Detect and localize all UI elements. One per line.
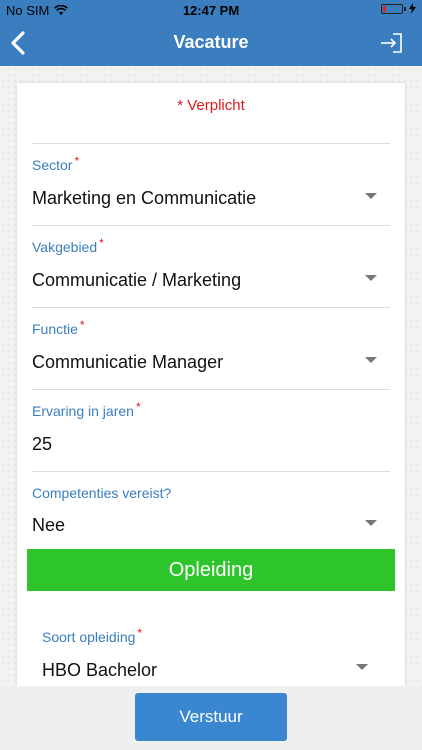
charging-bolt-icon <box>409 3 416 14</box>
required-star: * <box>99 236 104 250</box>
required-star: * <box>74 154 80 168</box>
section-header-opleiding: Opleiding <box>27 549 395 591</box>
functie-label: Functie * <box>32 318 85 337</box>
required-star: * <box>135 400 141 414</box>
submit-button[interactable]: Verstuur <box>135 693 287 741</box>
battery-tip <box>404 6 406 11</box>
chevron-down-icon <box>365 520 377 526</box>
battery-icon <box>381 3 403 14</box>
required-star: * <box>79 318 85 332</box>
required-note: * Verplicht <box>177 97 245 114</box>
competenties-label: Competenties vereist? <box>32 485 172 501</box>
logout-icon[interactable] <box>380 33 402 53</box>
soort-opleiding-label: Soort opleiding * <box>42 626 143 645</box>
competenties-value: Nee <box>32 515 66 535</box>
ervaring-label: Ervaring in jaren * <box>32 400 141 419</box>
sector-value: Marketing en Communicatie <box>32 188 257 208</box>
ervaring-value: 25 <box>32 434 53 454</box>
soort-opleiding-value: HBO Bachelor <box>42 660 158 680</box>
sector-label: Sector * <box>32 154 80 173</box>
status-bar: No SIM 12:47 PM <box>0 0 422 20</box>
page-title: Vacature <box>173 32 249 52</box>
vakgebied-value: Communicatie / Marketing <box>32 270 242 290</box>
nav-bar: Vacature <box>0 20 422 66</box>
functie-value: Communicatie Manager <box>32 352 224 372</box>
chevron-down-icon <box>356 664 368 670</box>
required-star: * <box>137 626 143 640</box>
chevron-down-icon <box>365 275 377 281</box>
competenties-select[interactable] <box>17 472 405 548</box>
vakgebied-label: Vakgebied * <box>32 236 104 255</box>
clock: 12:47 PM <box>182 3 240 18</box>
chevron-down-icon <box>365 357 377 363</box>
battery-group <box>381 3 416 14</box>
chevron-down-icon <box>365 193 377 199</box>
